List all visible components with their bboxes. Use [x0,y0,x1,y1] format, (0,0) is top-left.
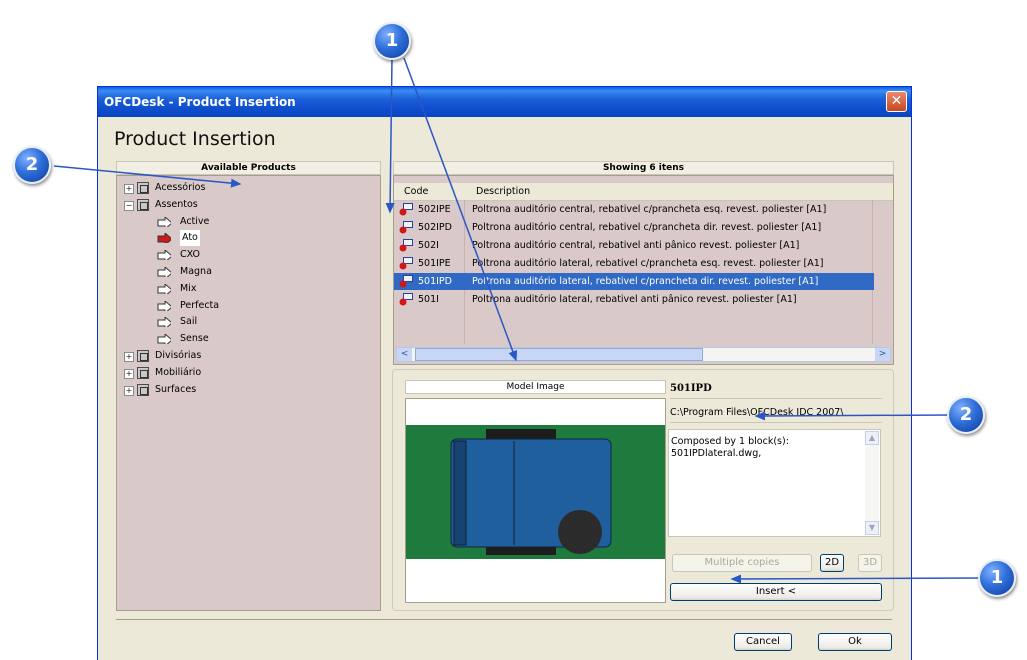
callout-2: 2 [13,146,51,184]
arrow-line [754,411,951,421]
arrow-line [385,57,395,214]
arrow-line [730,574,981,584]
callout-1: 1 [978,559,1016,597]
callout-2: 2 [947,396,985,434]
arrow-line [403,57,518,362]
callout-1: 1 [373,22,411,60]
annotation-arrows [53,57,981,584]
arrow-line [53,165,242,188]
